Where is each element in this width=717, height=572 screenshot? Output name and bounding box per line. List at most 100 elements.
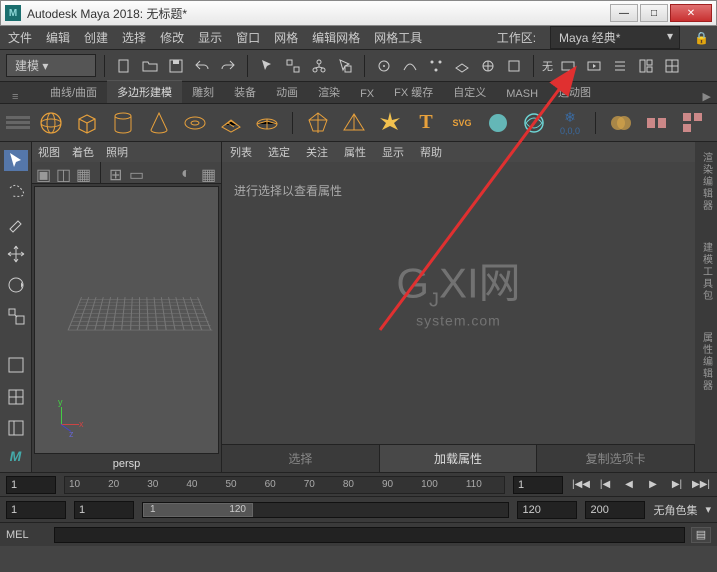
lock-icon[interactable]: 🔒	[694, 31, 709, 45]
poly-plane-icon[interactable]	[216, 108, 246, 138]
shelf-tab-mash[interactable]: MASH	[496, 85, 548, 103]
combine-icon[interactable]	[606, 108, 636, 138]
extract-icon[interactable]	[678, 108, 708, 138]
goto-start-button[interactable]: |◀◀	[571, 477, 591, 493]
save-scene-icon[interactable]	[165, 55, 187, 77]
poly-disc-icon[interactable]	[252, 108, 282, 138]
render-icon[interactable]	[557, 55, 579, 77]
menu-window[interactable]: 窗口	[236, 29, 260, 46]
select-hier-icon[interactable]	[308, 55, 330, 77]
poly-cone-icon[interactable]	[144, 108, 174, 138]
shelf-tab-mograph[interactable]: 运动图	[548, 81, 601, 103]
timeline-ruler[interactable]: 10 20 30 40 50 60 70 80 90 100 110 1	[64, 476, 505, 494]
rotate-tool[interactable]	[4, 274, 28, 295]
maximize-button[interactable]: □	[640, 4, 668, 22]
timeline-start-field[interactable]: 1	[6, 476, 56, 494]
select-object-icon[interactable]	[334, 55, 356, 77]
menu-edit[interactable]: 编辑	[46, 29, 70, 46]
vp-shading-icon[interactable]: ◐	[181, 165, 197, 181]
poly-sphere-icon[interactable]	[36, 108, 66, 138]
paint-select-tool[interactable]	[4, 212, 28, 233]
minimize-button[interactable]: —	[610, 4, 638, 22]
select-tool[interactable]	[4, 150, 28, 171]
shelf-next-icon[interactable]: ▶	[697, 90, 717, 103]
menu-meshtools[interactable]: 网格工具	[374, 29, 422, 46]
close-button[interactable]: ✕	[670, 4, 712, 22]
snow-icon[interactable]: ❄0,0,0	[555, 108, 585, 138]
shelf-tab-fx[interactable]: FX	[350, 85, 384, 103]
attr-menu-display[interactable]: 显示	[382, 144, 404, 160]
select-mask-icon[interactable]	[282, 55, 304, 77]
cmd-lang-label[interactable]: MEL	[6, 529, 48, 541]
poly-pyramid-icon[interactable]	[339, 108, 369, 138]
menu-editmesh[interactable]: 编辑网格	[312, 29, 360, 46]
snap-toggle-icon[interactable]	[503, 55, 525, 77]
select-tool-icon[interactable]	[256, 55, 278, 77]
play-start-field[interactable]: 1	[74, 501, 134, 519]
menu-modify[interactable]: 修改	[160, 29, 184, 46]
charset-dropdown[interactable]: 无角色集	[653, 502, 697, 518]
attr-menu-list[interactable]: 列表	[230, 144, 252, 160]
render-settings-icon[interactable]	[609, 55, 631, 77]
undo-icon[interactable]	[191, 55, 213, 77]
menu-create[interactable]: 创建	[84, 29, 108, 46]
vp-bookmark-icon[interactable]: ◫	[56, 165, 72, 181]
vp-wireframe-icon[interactable]: ▦	[201, 165, 217, 181]
vp-menu-shading[interactable]: 着色	[72, 144, 94, 160]
shelf-menu-icon[interactable]: ≡	[12, 91, 18, 103]
vp-menu-lighting[interactable]: 照明	[106, 144, 128, 160]
vp-image-plane-icon[interactable]: ▦	[76, 165, 92, 181]
poly-torus-icon[interactable]	[180, 108, 210, 138]
panel-attribute-editor[interactable]: 属性编辑器	[699, 332, 714, 392]
shelf-tab-curves[interactable]: 曲线/曲面	[40, 81, 107, 103]
poly-superellipse-icon[interactable]	[519, 108, 549, 138]
attr-menu-help[interactable]: 帮助	[420, 144, 442, 160]
menu-select[interactable]: 选择	[122, 29, 146, 46]
scale-tool[interactable]	[4, 305, 28, 326]
range-end-field[interactable]: 200	[585, 501, 645, 519]
layout-single-icon[interactable]	[4, 355, 28, 376]
layout-four-icon[interactable]	[4, 386, 28, 407]
vp-menu-view[interactable]: 视图	[38, 144, 60, 160]
attr-menu-focus[interactable]: 关注	[306, 144, 328, 160]
shelf-tab-poly[interactable]: 多边形建模	[107, 80, 182, 103]
play-end-field[interactable]: 120	[517, 501, 577, 519]
range-start-field[interactable]: 1	[6, 501, 66, 519]
play-fwd-button[interactable]: ▶	[643, 477, 663, 493]
range-thumb[interactable]: 1 120	[143, 503, 253, 517]
vp-grid-icon[interactable]: ⊞	[109, 165, 125, 181]
shelf-tab-anim[interactable]: 动画	[266, 81, 308, 103]
ipr-icon[interactable]	[583, 55, 605, 77]
poly-sphere2-icon[interactable]	[483, 108, 513, 138]
workspace-dropdown[interactable]: Maya 经典*▾	[550, 26, 680, 49]
viewport-persp[interactable]: y x z	[34, 186, 219, 454]
goto-end-button[interactable]: ▶▶|	[691, 477, 711, 493]
range-slider[interactable]: 1 120	[142, 502, 509, 518]
separate-icon[interactable]	[642, 108, 672, 138]
step-back-button[interactable]: |◀	[595, 477, 615, 493]
snap-point-icon[interactable]	[425, 55, 447, 77]
poly-cube-icon[interactable]	[72, 108, 102, 138]
attr-tab-select[interactable]: 选择	[222, 445, 380, 472]
snap-plane-icon[interactable]	[451, 55, 473, 77]
shelf-tab-sculpt[interactable]: 雕刻	[182, 81, 224, 103]
script-editor-button[interactable]: ▤	[691, 527, 711, 543]
layout-outliner-icon[interactable]	[4, 417, 28, 438]
lasso-tool[interactable]	[4, 181, 28, 202]
panel-modeling-toolkit[interactable]: 建模工具包	[699, 242, 714, 302]
panel-render-editor[interactable]: 渲染编辑器	[699, 152, 714, 212]
panels-icon[interactable]	[661, 55, 683, 77]
menu-display[interactable]: 显示	[198, 29, 222, 46]
mode-dropdown[interactable]: 建模 ▾	[6, 54, 96, 77]
menu-mesh[interactable]: 网格	[274, 29, 298, 46]
attr-menu-selected[interactable]: 选定	[268, 144, 290, 160]
poly-star-icon[interactable]	[375, 108, 405, 138]
shelf-tab-rigging[interactable]: 装备	[224, 81, 266, 103]
snap-grid-icon[interactable]	[373, 55, 395, 77]
current-frame-field[interactable]: 1	[513, 476, 563, 494]
new-scene-icon[interactable]	[113, 55, 135, 77]
shelf-tab-render[interactable]: 渲染	[308, 81, 350, 103]
attr-menu-attr[interactable]: 属性	[344, 144, 366, 160]
shelf-handle[interactable]	[6, 116, 30, 129]
vp-select-cam-icon[interactable]: ▣	[36, 165, 52, 181]
